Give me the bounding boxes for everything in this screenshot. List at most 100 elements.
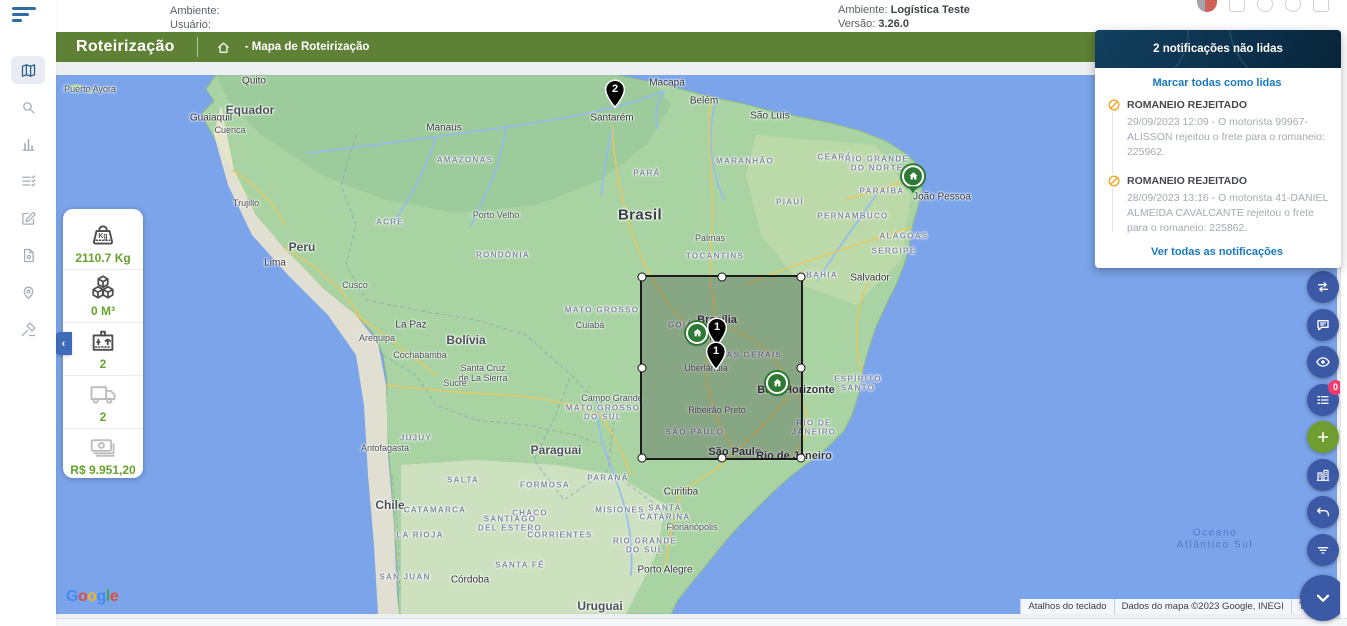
fab-chat[interactable] (1307, 309, 1339, 341)
notification-title: ROMANEIO REJEITADO (1127, 99, 1247, 111)
sidebar-item-icon (20, 247, 37, 264)
help-icon[interactable] (1257, 0, 1273, 12)
fab-filter[interactable] (1307, 534, 1339, 566)
ambiente-label: Ambiente: (170, 4, 220, 18)
sidebar-item-planning[interactable] (11, 167, 45, 195)
notification-message: 28/09/2023 13:16 - O motorista 41-DANIEL… (1127, 191, 1329, 237)
fab-icon (1315, 392, 1331, 408)
notifications-panel: 2 notificações não lidas Marcar todas co… (1095, 30, 1341, 268)
sidebar-item-icon (20, 173, 37, 190)
route-summary-card: ‹ 2110.7 Kg 0 M³ 2 (63, 209, 143, 478)
map-attribution: Atalhos do teclado Dados do mapa ©2023 G… (1020, 599, 1337, 614)
marker-joao-pessoa[interactable] (902, 165, 924, 187)
sidebar-item-icon (20, 62, 37, 79)
marker-belo-horizonte[interactable] (766, 372, 788, 394)
environment-version-info: Ambiente: Logística Teste Versão: 3.26.0 (838, 3, 970, 31)
collapse-panel-button[interactable]: ‹ (55, 332, 72, 355)
home-icon[interactable] (216, 40, 231, 55)
version-label: Versão: (838, 18, 878, 30)
stat-packages: 2 (63, 323, 143, 376)
sidebar-item-icon (20, 99, 37, 116)
stat-value: 2 (100, 410, 107, 424)
sidebar-item-search[interactable] (11, 93, 45, 121)
selection-handle[interactable] (797, 363, 806, 372)
fab-icon (1315, 279, 1331, 295)
fab-icon (1315, 467, 1331, 483)
environment-user-labels: Ambiente: Usuário: (170, 4, 220, 32)
unread-count: 2 notificações não lidas (1153, 43, 1283, 55)
stat-value: R$ 9.951,20 (70, 463, 135, 477)
fab-buildings[interactable] (1307, 459, 1339, 491)
stats-list: 2110.7 Kg 0 M³ 2 2 (63, 217, 143, 481)
sidebar-item-reports[interactable] (11, 130, 45, 158)
notification-message: 29/09/2023 12:09 - O motorista 99967-ALI… (1127, 115, 1329, 161)
fab-swap-routes[interactable] (1307, 271, 1339, 303)
header-icon-row (1197, 0, 1329, 12)
notification-title: ROMANEIO REJEITADO (1127, 175, 1247, 187)
bottom-strip (0, 618, 1347, 626)
sidebar (0, 0, 56, 626)
fab-visibility[interactable] (1307, 346, 1339, 378)
apps-icon[interactable] (1229, 0, 1245, 12)
roteirizacao-page: Ambiente: Usuário: Ambiente: Logística T… (0, 0, 1347, 626)
user-icon[interactable] (1313, 0, 1329, 12)
marker-count: 1 (705, 344, 727, 356)
stat-value: 2110.7 Kg (75, 251, 130, 265)
hamburger-menu-icon[interactable] (12, 7, 38, 25)
stat-icon (87, 379, 119, 409)
fab-route-list[interactable]: 0 (1307, 384, 1339, 416)
stat-icon (87, 220, 119, 250)
selection-handle[interactable] (638, 454, 647, 463)
settings-icon[interactable] (1285, 0, 1301, 12)
mark-all-read-link[interactable]: Marcar todas como lidas (1105, 77, 1329, 89)
stat-icon (87, 273, 119, 303)
env-label: Ambiente: (838, 4, 891, 16)
notification-item[interactable]: ROMANEIO REJEITADO 28/09/2023 13:16 - O … (1107, 174, 1329, 237)
page-title: Roteirização (76, 38, 175, 56)
page-scrollbar[interactable] (1340, 30, 1347, 618)
keyboard-shortcuts-link[interactable]: Atalhos do teclado (1020, 599, 1113, 614)
sidebar-item-icon (20, 321, 37, 338)
google-logo[interactable]: Google (66, 588, 118, 606)
fab-icon (1315, 317, 1331, 333)
sidebar-item-map[interactable] (11, 56, 45, 84)
stat-icon (87, 432, 119, 462)
title-divider (197, 37, 198, 57)
sidebar-item-audit[interactable] (11, 315, 45, 343)
sidebar-item-icon (20, 210, 37, 227)
sidebar-item-documents[interactable] (11, 241, 45, 269)
fab-icon (1315, 504, 1331, 520)
fab-icon (1315, 542, 1331, 558)
sidebar-item-icon (20, 136, 37, 153)
fab-undo[interactable] (1307, 496, 1339, 528)
brand-logo-icon[interactable] (1197, 0, 1217, 12)
marker-count: 1 (706, 320, 728, 332)
version-value: 3.26.0 (878, 18, 909, 30)
stat-value: 2 (100, 357, 107, 371)
breadcrumb: - Mapa de Roteirização (245, 41, 370, 53)
blocked-icon (1107, 98, 1121, 112)
fab-add[interactable] (1307, 421, 1339, 453)
selection-handle[interactable] (638, 363, 647, 372)
selection-handle[interactable] (717, 273, 726, 282)
view-all-notifications-link[interactable]: Ver todas as notificações (1105, 246, 1329, 258)
sidebar-item-locations[interactable] (11, 278, 45, 306)
marker-stop-1b[interactable]: 1 (705, 341, 727, 371)
notifications-body: Marcar todas como lidas ROMANEIO REJEITA… (1095, 68, 1341, 268)
stat-icon (87, 326, 119, 356)
notification-list: ROMANEIO REJEITADO 29/09/2023 12:09 - O … (1105, 98, 1329, 236)
marker-santarem[interactable]: 2 (604, 79, 626, 109)
stat-volume: 0 M³ (63, 270, 143, 323)
selection-handle[interactable] (797, 273, 806, 282)
notification-item[interactable]: ROMANEIO REJEITADO 29/09/2023 12:09 - O … (1107, 98, 1329, 161)
selection-handle[interactable] (797, 454, 806, 463)
usuario-label: Usuário: (170, 18, 220, 32)
notifications-header: 2 notificações não lidas (1095, 30, 1341, 68)
map-data-text[interactable]: Dados do mapa ©2023 Google, INEGI (1114, 599, 1291, 614)
selection-handle[interactable] (717, 454, 726, 463)
fab-icon (1315, 354, 1331, 370)
selection-handle[interactable] (638, 273, 647, 282)
sidebar-items (0, 56, 56, 343)
stat-vehicles: 2 (63, 376, 143, 429)
sidebar-item-edit[interactable] (11, 204, 45, 232)
